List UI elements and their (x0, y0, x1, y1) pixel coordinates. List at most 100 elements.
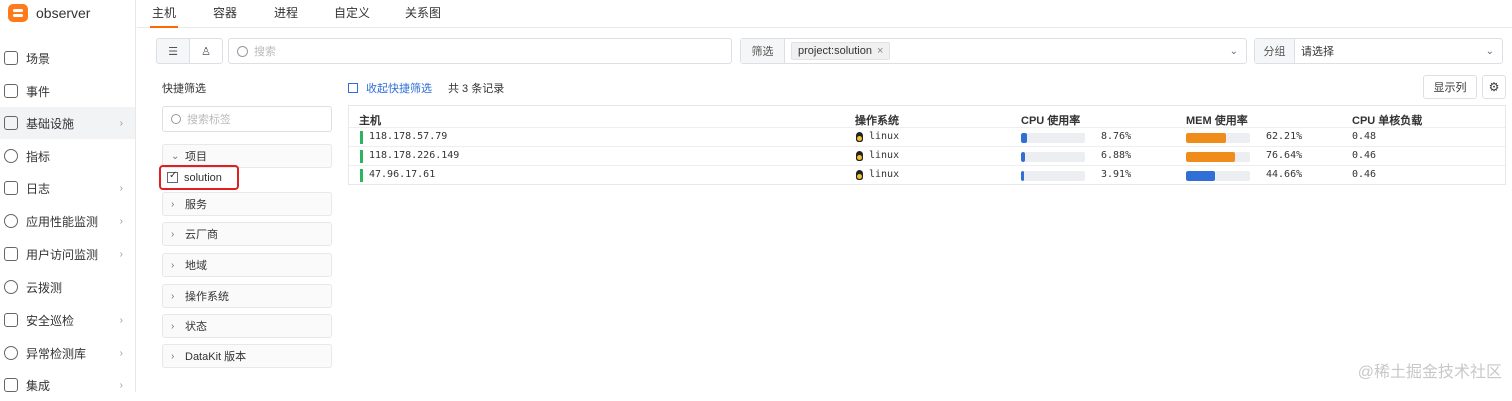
filter-group-label: 服务 (185, 196, 207, 212)
tag-search-input[interactable]: 搜索标签 (162, 106, 332, 132)
chevron-down-icon[interactable]: ⌄ (1230, 46, 1238, 57)
filter-group-region[interactable]: › 地域 (162, 253, 332, 277)
sidebar-item-0[interactable]: 场景 (0, 42, 135, 74)
cpu-load-value: 0.48 (1352, 131, 1376, 142)
sidebar-item-2[interactable]: 基础设施› (0, 107, 135, 139)
linux-icon (855, 132, 864, 142)
os-label: linux (869, 169, 899, 180)
target-icon (4, 149, 18, 163)
sidebar-item-5[interactable]: 应用性能监测 › (0, 205, 135, 237)
tab-container[interactable]: 容器 (213, 4, 237, 28)
linux-icon (855, 170, 864, 180)
tab-custom[interactable]: 自定义 (334, 4, 370, 28)
table-row[interactable]: 47.96.17.61linux3.91%44.66%0.46 (349, 165, 1505, 184)
sidebar-item-label: 云拨测 (26, 279, 62, 296)
gear-icon: ⚙ (1489, 80, 1500, 94)
table-row[interactable]: 118.178.57.79linux8.76%62.21%0.48 (349, 127, 1505, 146)
tab-process[interactable]: 进程 (274, 4, 298, 28)
chevron-down-icon[interactable]: ⌄ (1486, 46, 1494, 57)
cpu-usage-value: 3.91% (1101, 169, 1131, 180)
chevron-right-icon: › (171, 291, 179, 302)
close-icon[interactable]: × (877, 45, 883, 57)
column-header-mem[interactable]: MEM 使用率 (1186, 112, 1248, 128)
app-logo[interactable]: observer (8, 0, 90, 26)
cpu-usage-value: 8.76% (1101, 131, 1131, 142)
watermark: @稀土掘金技术社区 (1358, 358, 1502, 382)
filter-group-label: 操作系统 (185, 288, 229, 304)
column-header-os[interactable]: 操作系统 (855, 112, 899, 128)
top-tabs: 主机 容器 进程 自定义 关系图 (137, 0, 1512, 28)
card-view-button[interactable]: ♙ (189, 38, 223, 64)
sidebar-item-4[interactable]: 日志 › (0, 172, 135, 204)
apm-icon (4, 214, 18, 228)
search-input[interactable]: 搜索 (228, 38, 732, 64)
collapse-icon (348, 83, 358, 93)
sidebar-item-7[interactable]: 云拨测 (0, 271, 135, 303)
filter-group-os[interactable]: › 操作系统 (162, 284, 332, 308)
filter-select[interactable]: 筛选 project:solution × ⌄ (740, 38, 1247, 64)
os-cell: linux (855, 131, 899, 142)
group-select[interactable]: 分组 请选择 ⌄ (1254, 38, 1503, 64)
filter-option-label: solution (184, 172, 222, 184)
integration-icon (4, 378, 18, 392)
mem-usage-bar (1186, 171, 1250, 181)
tab-relationship[interactable]: 关系图 (405, 4, 441, 28)
group-label: 分组 (1255, 39, 1295, 63)
status-indicator (360, 131, 363, 144)
filter-group-service[interactable]: › 服务 (162, 192, 332, 216)
cpu-usage-fill (1021, 133, 1027, 143)
sidebar-item-label: 异常检测库 (26, 345, 86, 362)
sidebar-item-3[interactable]: 指标 (0, 140, 135, 172)
host-table: 主机 操作系统 CPU 使用率 MEM 使用率 CPU 单核负载 118.178… (348, 105, 1506, 185)
chevron-right-icon: › (171, 351, 179, 362)
mem-usage-fill (1186, 171, 1215, 181)
host-cell[interactable]: 118.178.57.79 (369, 131, 447, 142)
list-icon: ☰ (168, 45, 178, 58)
list-view-button[interactable]: ☰ (156, 38, 190, 64)
status-indicator (360, 169, 363, 182)
filter-option-solution[interactable]: solution (159, 165, 239, 190)
chevron-right-icon: › (171, 229, 179, 240)
quick-filter-title: 快捷筛选 (162, 80, 206, 96)
sidebar-item-label: 基础设施 (26, 115, 74, 132)
checkbox-checked[interactable] (167, 172, 178, 183)
mem-usage-bar (1186, 152, 1250, 162)
sidebar: observer 场景事件基础设施›指标日志 › 应用性能监测 › 用户访问监测› 云拨测… (0, 0, 136, 392)
sidebar-item-1[interactable]: 事件 (0, 75, 135, 107)
monitor-icon (4, 51, 18, 65)
search-placeholder: 搜索 (254, 43, 276, 59)
logo-icon (8, 4, 28, 22)
host-cell[interactable]: 118.178.226.149 (369, 150, 459, 161)
column-header-host[interactable]: 主机 (359, 112, 381, 128)
filter-group-status[interactable]: › 状态 (162, 314, 332, 338)
sidebar-item-6[interactable]: 用户访问监测› (0, 238, 135, 270)
filter-label: 筛选 (741, 39, 785, 63)
sidebar-item-label: 集成 (26, 377, 50, 394)
tab-host[interactable]: 主机 (152, 4, 176, 28)
host-cell[interactable]: 47.96.17.61 (369, 169, 435, 180)
shield-icon (4, 313, 18, 327)
filter-group-datakit-version[interactable]: › DataKit 版本 (162, 344, 332, 368)
chevron-right-icon: › (171, 321, 179, 332)
chevron-right-icon: › (120, 183, 123, 194)
log-icon (4, 181, 18, 195)
sidebar-item-8[interactable]: 安全巡检› (0, 304, 135, 336)
table-row[interactable]: 118.178.226.149linux6.88%76.64%0.46 (349, 146, 1505, 165)
collapse-quick-filter-link[interactable]: 收起快捷筛选 (348, 80, 432, 96)
settings-button[interactable]: ⚙ (1482, 75, 1506, 99)
sidebar-item-label: 应用性能监测 (26, 213, 98, 230)
sidebar-item-9[interactable]: 异常检测库› (0, 337, 135, 369)
filter-group-cloud-provider[interactable]: › 云厂商 (162, 222, 332, 246)
chevron-right-icon: › (120, 216, 123, 227)
cpu-usage-fill (1021, 152, 1025, 162)
cpu-usage-bar (1021, 171, 1085, 181)
column-header-cpu[interactable]: CPU 使用率 (1021, 112, 1080, 128)
show-columns-button[interactable]: 显示列 (1423, 75, 1477, 99)
cpu-load-value: 0.46 (1352, 169, 1376, 180)
sidebar-item-label: 日志 (26, 180, 50, 197)
mem-usage-value: 76.64% (1266, 150, 1302, 161)
sidebar-item-10[interactable]: 集成› (0, 369, 135, 401)
column-header-cpu-load[interactable]: CPU 单核负载 (1352, 112, 1422, 128)
chevron-down-icon: ⌄ (171, 151, 179, 162)
filter-tag: project:solution × (791, 42, 890, 60)
